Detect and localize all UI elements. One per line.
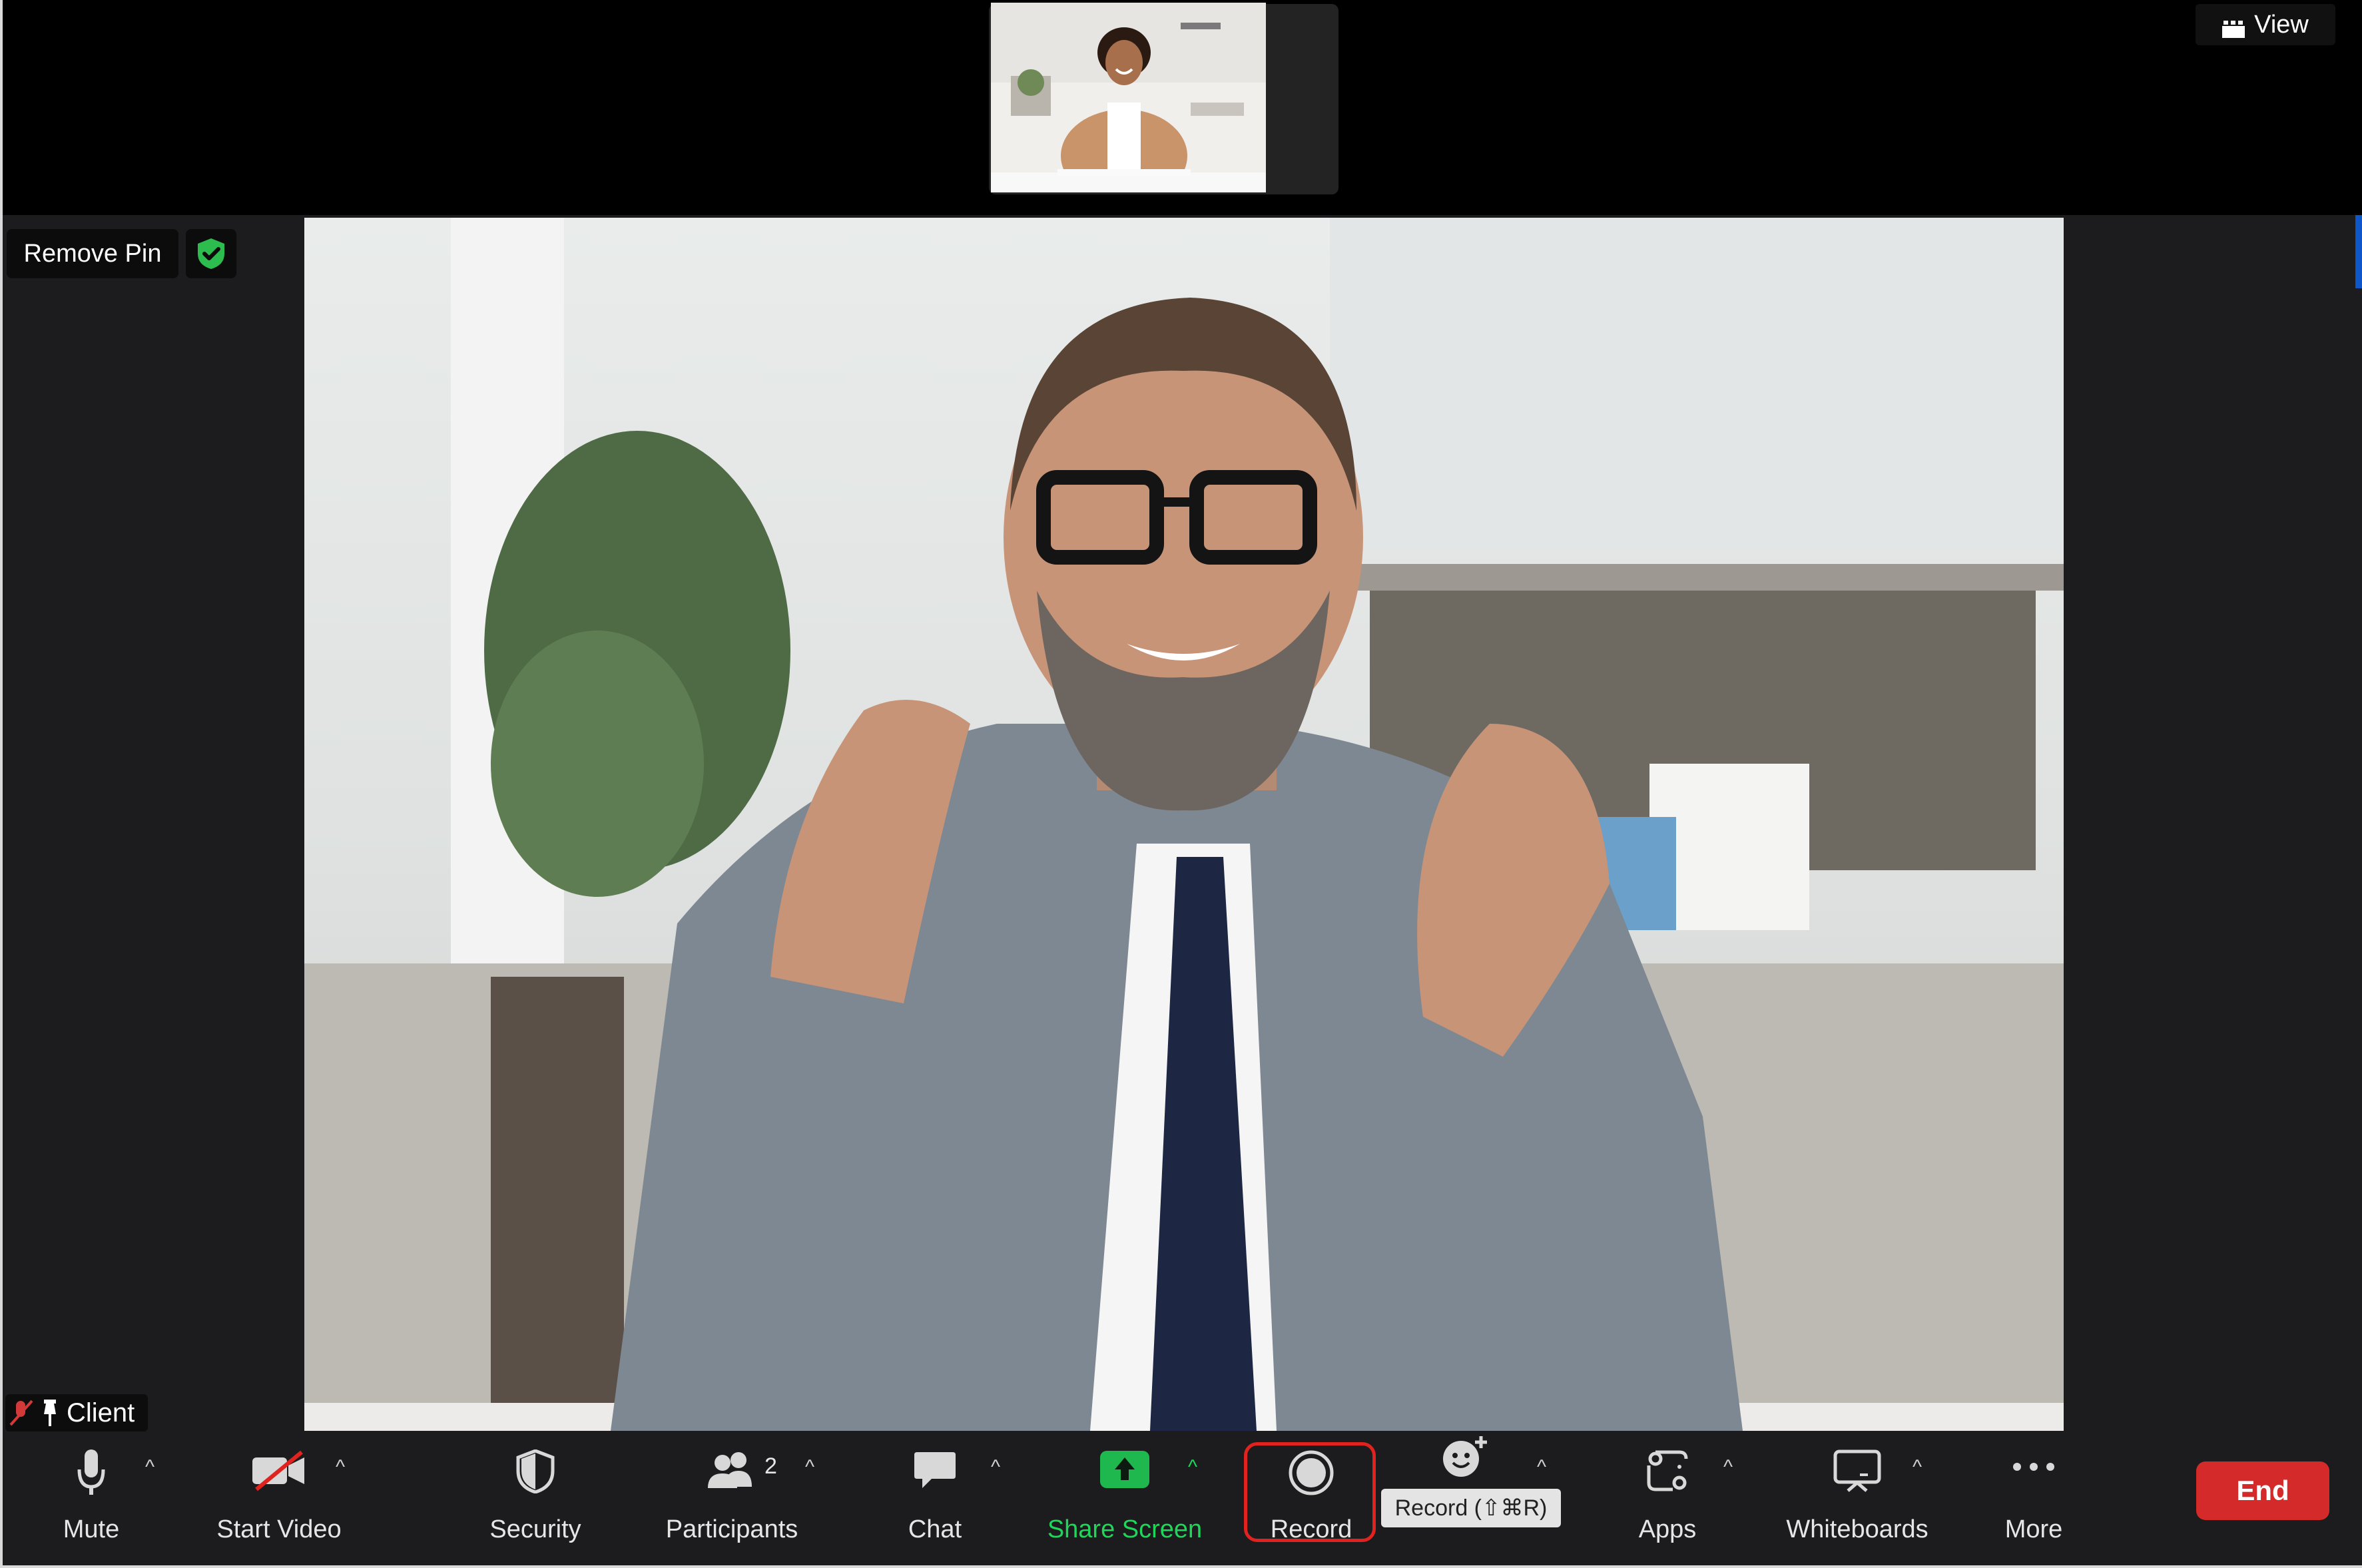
security-label: Security — [489, 1515, 581, 1543]
speaker-video-frame — [304, 218, 2064, 1431]
participants-button[interactable]: Participants — [649, 1434, 815, 1560]
microphone-icon — [77, 1449, 105, 1495]
security-button[interactable]: Security — [475, 1434, 595, 1560]
start-video-label: Start Video — [216, 1515, 342, 1543]
scrollbar-indicator — [2355, 215, 2362, 288]
shield-check-icon — [198, 238, 224, 269]
grid-icon — [2222, 16, 2245, 38]
video-off-icon — [252, 1450, 304, 1491]
meeting-toolbar: Mute ^ Start Video ^ Security Participan… — [3, 1434, 2362, 1565]
end-meeting-button[interactable]: End — [2196, 1461, 2329, 1520]
share-screen-button[interactable]: Share Screen — [1041, 1434, 1208, 1560]
record-highlight — [1244, 1442, 1376, 1542]
apps-label: Apps — [1638, 1515, 1697, 1543]
apps-button[interactable]: Apps — [1621, 1434, 1714, 1560]
whiteboard-icon — [1833, 1449, 1881, 1492]
more-button[interactable]: More — [1987, 1434, 2080, 1560]
video-options-caret[interactable]: ^ — [336, 1456, 345, 1479]
reactions-button[interactable] — [1441, 1435, 1489, 1482]
more-label: More — [2004, 1515, 2063, 1543]
participants-icon — [708, 1452, 752, 1488]
reactions-options-caret[interactable]: ^ — [1537, 1456, 1546, 1479]
start-video-button[interactable]: Start Video — [202, 1434, 356, 1560]
smiley-plus-icon — [1443, 1436, 1487, 1477]
mic-muted-icon — [9, 1400, 33, 1426]
shield-icon — [516, 1449, 555, 1493]
whiteboards-options-caret[interactable]: ^ — [1913, 1456, 1922, 1479]
whiteboards-label: Whiteboards — [1786, 1515, 1928, 1543]
record-tooltip: Record (⇧⌘R) — [1381, 1489, 1561, 1527]
chat-button[interactable]: Chat — [888, 1434, 982, 1560]
mute-label: Mute — [63, 1515, 120, 1543]
view-label: View — [2254, 10, 2309, 39]
whiteboards-button[interactable]: Whiteboards — [1774, 1434, 1940, 1560]
participants-options-caret[interactable]: ^ — [805, 1456, 814, 1479]
self-view-thumbnail[interactable] — [991, 3, 1266, 192]
participants-label: Participants — [665, 1515, 798, 1543]
share-screen-label: Share Screen — [1047, 1515, 1203, 1543]
participant-name-tag: Client — [5, 1394, 148, 1432]
share-screen-icon — [1100, 1451, 1149, 1488]
apps-icon — [1647, 1450, 1688, 1491]
encryption-badge[interactable] — [186, 229, 236, 278]
chat-options-caret[interactable]: ^ — [991, 1456, 1000, 1479]
active-speaker-video[interactable] — [304, 218, 2064, 1431]
self-view-image — [991, 3, 1266, 192]
pin-icon — [44, 1400, 56, 1426]
mute-options-caret[interactable]: ^ — [145, 1456, 154, 1479]
remove-pin-label: Remove Pin — [23, 239, 162, 268]
remove-pin-button[interactable]: Remove Pin — [7, 229, 178, 278]
share-options-caret[interactable]: ^ — [1188, 1456, 1197, 1479]
chat-label: Chat — [908, 1515, 962, 1543]
chat-bubble-icon — [914, 1452, 956, 1488]
view-button[interactable]: View — [2196, 4, 2335, 45]
more-dots-icon — [2013, 1463, 2054, 1471]
participants-count: 2 — [764, 1453, 777, 1479]
mute-button[interactable]: Mute — [41, 1434, 141, 1560]
apps-options-caret[interactable]: ^ — [1723, 1456, 1733, 1479]
participant-name: Client — [67, 1398, 135, 1428]
